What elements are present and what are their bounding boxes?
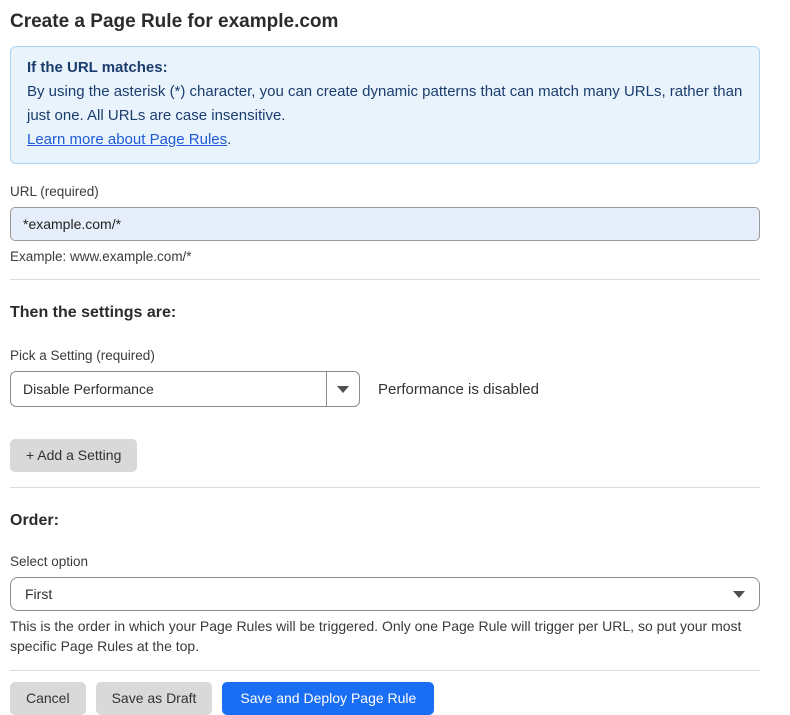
save-deploy-button[interactable]: Save and Deploy Page Rule [222,682,434,715]
footer-actions: Cancel Save as Draft Save and Deploy Pag… [10,682,760,715]
settings-section-heading: Then the settings are: [10,304,760,322]
order-select[interactable]: First [10,577,760,611]
order-select-value: First [25,586,52,602]
divider [10,487,760,488]
order-help-text: This is the order in which your Page Rul… [10,617,758,656]
divider [10,670,760,671]
setting-row: Disable Performance Performance is disab… [10,371,760,407]
order-section-heading: Order: [10,512,760,530]
setting-dropdown[interactable]: Disable Performance [10,371,360,407]
url-match-info-box: If the URL matches: By using the asteris… [10,46,760,164]
info-box-link-line: Learn more about Page Rules. [27,128,743,152]
url-field-label: URL (required) [10,184,760,199]
page-rule-form: Create a Page Rule for example.com If th… [10,10,760,715]
save-draft-button[interactable]: Save as Draft [96,682,213,715]
page-title: Create a Page Rule for example.com [10,10,760,34]
add-setting-button[interactable]: + Add a Setting [10,439,137,472]
order-select-label: Select option [10,554,760,569]
learn-more-link[interactable]: Learn more about Page Rules [27,131,227,148]
setting-status-text: Performance is disabled [378,381,539,398]
chevron-down-icon [337,386,349,393]
setting-dropdown-value: Disable Performance [11,372,326,406]
url-input[interactable] [10,207,760,241]
divider [10,279,760,280]
cancel-button[interactable]: Cancel [10,682,86,715]
url-example-text: Example: www.example.com/* [10,249,760,264]
pick-setting-label: Pick a Setting (required) [10,348,760,363]
info-box-heading: If the URL matches: [27,56,743,80]
info-box-body: By using the asterisk (*) character, you… [27,80,743,128]
chevron-down-icon [733,591,745,598]
setting-dropdown-arrow-button[interactable] [326,372,359,406]
link-period: . [227,131,231,148]
